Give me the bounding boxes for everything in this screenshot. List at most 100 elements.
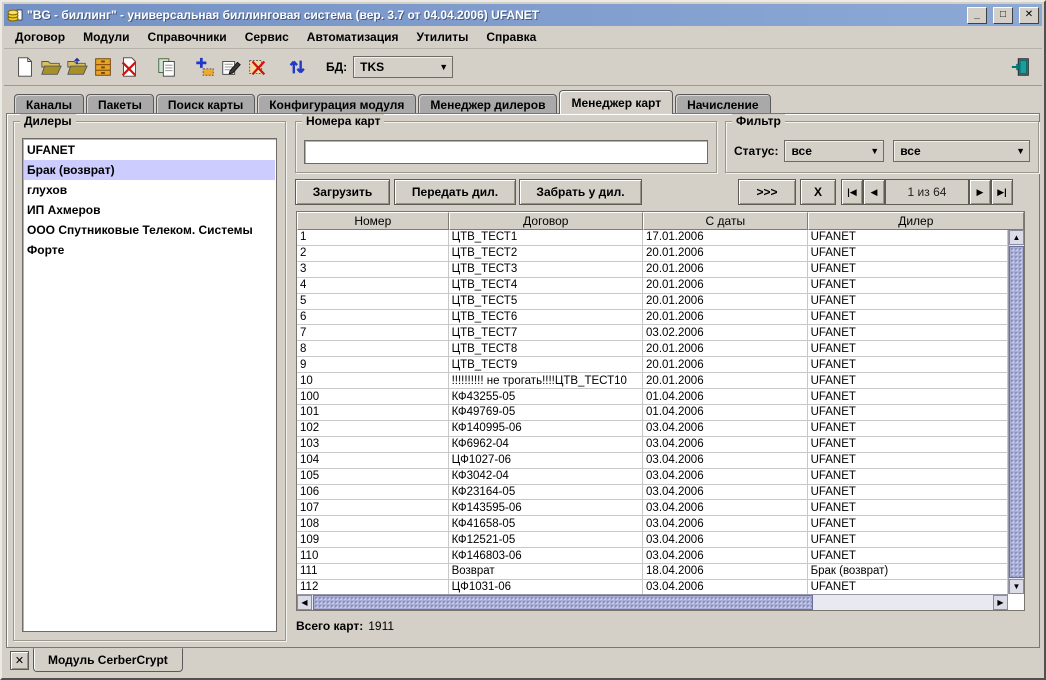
table-row[interactable]: 109КФ12521-0503.04.2006UFANET — [297, 532, 1008, 548]
remove-card-icon[interactable] — [244, 54, 270, 80]
dealer-list-item[interactable]: ИП Ахмеров — [24, 200, 275, 220]
open-folder-alt-icon[interactable] — [64, 54, 90, 80]
copy-document-icon[interactable] — [154, 54, 180, 80]
horizontal-scroll-thumb[interactable] — [313, 595, 813, 610]
column-header[interactable]: С даты — [643, 212, 808, 230]
tab-Поиск карты[interactable]: Поиск карты — [156, 94, 255, 114]
table-cell: UFANET — [808, 421, 1008, 436]
table-row[interactable]: 1ЦТВ_ТЕСТ117.01.2006UFANET — [297, 230, 1008, 246]
secondary-filter-combobox[interactable]: все ▼ — [893, 140, 1030, 162]
horizontal-scrollbar[interactable]: ◀ ▶ — [297, 594, 1008, 610]
maximize-button[interactable]: □ — [993, 7, 1013, 24]
table-row[interactable]: 4ЦТВ_ТЕСТ420.01.2006UFANET — [297, 278, 1008, 294]
menu-item[interactable]: Сервис — [236, 27, 298, 47]
first-page-button[interactable]: |◀ — [841, 179, 863, 205]
title-bar: "BG - биллинг" - универсальная биллингов… — [4, 4, 1042, 26]
dealer-list-item[interactable]: UFANET — [24, 140, 275, 160]
take-from-dealer-button[interactable]: Забрать у дил. — [519, 179, 642, 205]
menu-item[interactable]: Утилиты — [407, 27, 477, 47]
table-row[interactable]: 103КФ6962-0403.04.2006UFANET — [297, 437, 1008, 453]
tab-Пакеты[interactable]: Пакеты — [86, 94, 154, 114]
new-document-icon[interactable] — [12, 54, 38, 80]
table-row[interactable]: 3ЦТВ_ТЕСТ320.01.2006UFANET — [297, 262, 1008, 278]
scroll-left-icon[interactable]: ◀ — [297, 595, 312, 610]
column-header[interactable]: Договор — [449, 212, 643, 230]
dealer-list-item[interactable]: ООО Спутниковые Телеком. Системы — [24, 220, 275, 240]
table-cell: UFANET — [808, 246, 1008, 261]
menu-item[interactable]: Модули — [74, 27, 138, 47]
table-cell: UFANET — [808, 516, 1008, 531]
column-header[interactable]: Дилер — [808, 212, 1024, 230]
minimize-button[interactable]: _ — [967, 7, 987, 24]
table-row[interactable]: 107КФ143595-0603.04.2006UFANET — [297, 500, 1008, 516]
column-header[interactable]: Номер — [297, 212, 449, 230]
add-card-icon[interactable] — [192, 54, 218, 80]
tab-Каналы[interactable]: Каналы — [14, 94, 84, 114]
table-row[interactable]: 108КФ41658-0503.04.2006UFANET — [297, 516, 1008, 532]
table-cell: 6 — [297, 310, 449, 325]
vertical-scrollbar[interactable]: ▲ ▼ — [1008, 230, 1024, 594]
table-row[interactable]: 111Возврат18.04.2006Брак (возврат) — [297, 564, 1008, 580]
tab-Менеджер карт[interactable]: Менеджер карт — [559, 90, 673, 114]
table-row[interactable]: 104ЦФ1027-0603.04.2006UFANET — [297, 453, 1008, 469]
tab-Конфигурация модуля[interactable]: Конфигурация модуля — [257, 94, 416, 114]
exit-icon[interactable] — [1008, 54, 1034, 80]
tab-Менеджер дилеров[interactable]: Менеджер дилеров — [418, 94, 557, 114]
clear-button[interactable]: X — [800, 179, 836, 205]
edit-card-icon[interactable] — [218, 54, 244, 80]
next-page-button[interactable]: ▶ — [969, 179, 991, 205]
table-cell: КФ12521-05 — [449, 532, 643, 547]
table-cell: 20.01.2006 — [643, 294, 808, 309]
table-cell: Брак (возврат) — [808, 564, 1008, 579]
dealer-list-item[interactable]: Брак (возврат) — [24, 160, 275, 180]
table-row[interactable]: 105КФ3042-0403.04.2006UFANET — [297, 469, 1008, 485]
tab-Начисление[interactable]: Начисление — [675, 94, 771, 114]
menu-item[interactable]: Договор — [6, 27, 74, 47]
table-row[interactable]: 10!!!!!!!!!! не трогать!!!!ЦТВ_ТЕСТ1020.… — [297, 373, 1008, 389]
vertical-scroll-thumb[interactable] — [1009, 246, 1024, 578]
table-cell: 20.01.2006 — [643, 310, 808, 325]
card-cabinet-icon[interactable] — [90, 54, 116, 80]
scroll-up-icon[interactable]: ▲ — [1009, 230, 1024, 245]
table-cell: 17.01.2006 — [643, 230, 808, 245]
scroll-down-icon[interactable]: ▼ — [1009, 579, 1024, 594]
table-row[interactable]: 6ЦТВ_ТЕСТ620.01.2006UFANET — [297, 310, 1008, 326]
table-row[interactable]: 101КФ49769-0501.04.2006UFANET — [297, 405, 1008, 421]
expand-button[interactable]: >>> — [738, 179, 796, 205]
table-row[interactable]: 100КФ43255-0501.04.2006UFANET — [297, 389, 1008, 405]
menu-item[interactable]: Автоматизация — [298, 27, 408, 47]
load-button[interactable]: Загрузить — [295, 179, 390, 205]
table-row[interactable]: 7ЦТВ_ТЕСТ703.02.2006UFANET — [297, 325, 1008, 341]
toolbar-icons — [12, 54, 310, 80]
delete-document-icon[interactable] — [116, 54, 142, 80]
last-page-button[interactable]: ▶| — [991, 179, 1013, 205]
table-row[interactable]: 102КФ140995-0603.04.2006UFANET — [297, 421, 1008, 437]
card-numbers-input[interactable] — [304, 140, 708, 164]
table-row[interactable]: 106КФ23164-0503.04.2006UFANET — [297, 485, 1008, 501]
status-filter-combobox[interactable]: все ▼ — [784, 140, 884, 162]
bottom-tab-Модуль CerberCrypt[interactable]: Модуль CerberCrypt — [33, 648, 183, 672]
open-folder-icon[interactable] — [38, 54, 64, 80]
table-row[interactable]: 2ЦТВ_ТЕСТ220.01.2006UFANET — [297, 246, 1008, 262]
db-combobox[interactable]: TKS ▼ — [353, 56, 453, 78]
table-cell: 03.04.2006 — [643, 532, 808, 547]
table-row[interactable]: 9ЦТВ_ТЕСТ920.01.2006UFANET — [297, 357, 1008, 373]
close-button[interactable]: ✕ — [1019, 7, 1039, 24]
table-row[interactable]: 110КФ146803-0603.04.2006UFANET — [297, 548, 1008, 564]
prev-page-button[interactable]: ◀ — [863, 179, 885, 205]
table-row[interactable]: 8ЦТВ_ТЕСТ820.01.2006UFANET — [297, 341, 1008, 357]
table-cell: 110 — [297, 548, 449, 563]
dealer-list-item[interactable]: глухов — [24, 180, 275, 200]
refresh-icon[interactable] — [284, 54, 310, 80]
chevron-down-icon: ▼ — [1016, 147, 1025, 156]
table-cell: 3 — [297, 262, 449, 277]
menu-item[interactable]: Справочники — [139, 27, 236, 47]
give-to-dealer-button[interactable]: Передать дил. — [394, 179, 516, 205]
scroll-right-icon[interactable]: ▶ — [993, 595, 1008, 610]
dealer-list-item[interactable]: Форте — [24, 240, 275, 260]
chevron-down-icon: ▼ — [439, 63, 448, 72]
close-module-button[interactable]: ✕ — [10, 651, 29, 670]
table-row[interactable]: 5ЦТВ_ТЕСТ520.01.2006UFANET — [297, 294, 1008, 310]
menu-item[interactable]: Справка — [477, 27, 545, 47]
cards-table: НомерДоговорС датыДилер 1ЦТВ_ТЕСТ117.01.… — [296, 211, 1025, 611]
